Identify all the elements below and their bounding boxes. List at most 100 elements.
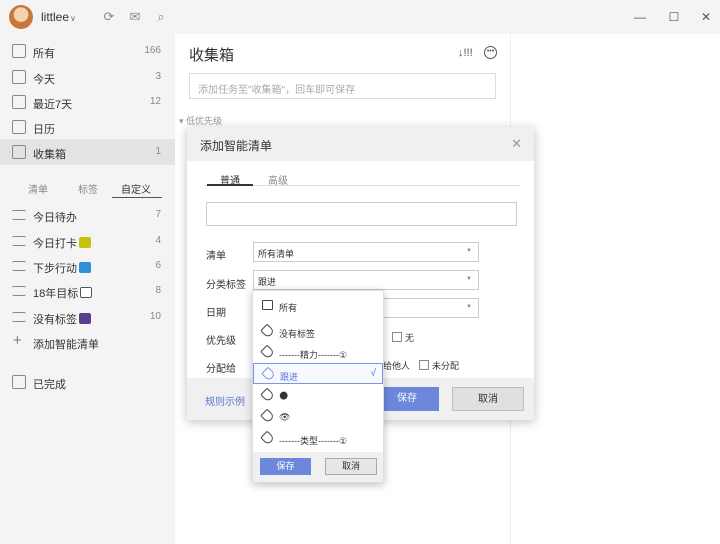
smart-list-label-text: 没有标签 [33,314,77,326]
tag-option-energy-group[interactable]: -------精力-------① [253,342,383,363]
smart-list-no-tag[interactable]: 没有标签 10 [0,304,175,330]
smart-list-today-todo[interactable]: 今日待办 7 [0,202,175,228]
tag-select-value: 跟进 [258,277,277,287]
priority-row-label: 优先级 [206,336,236,347]
tab-tags[interactable]: 标签 [78,181,98,196]
tab-lists[interactable]: 清单 [28,181,48,196]
calendar-icon [12,120,26,134]
sidebar-item-inbox[interactable]: 收集箱 1 [0,139,175,165]
filter-list-icon [12,210,26,220]
tag-option-all[interactable]: 所有 [253,295,383,316]
dropdown-arrow-icon: ▼ [466,248,472,254]
smart-list-label-text: 18年目标 [33,288,79,300]
assign-unassigned-option[interactable]: 未分配 [419,359,459,372]
sidebar-item-today[interactable]: 今天 3 [0,64,175,90]
tag-icon [260,430,275,446]
tab-active-indicator [207,184,253,186]
tag-option-type-group[interactable]: -------类型-------① [253,428,383,449]
chevron-down-icon: ▾ [179,116,187,126]
checkbox-done-icon [12,375,26,389]
sidebar-tabs: 清单 标签 自定义 [0,178,175,200]
tag-icon [261,366,276,382]
add-task-input[interactable]: 添加任务至"收集箱"，回车即可保存 [189,73,496,99]
detail-pane [510,34,720,544]
group-header[interactable]: ▾ 低优先级 [179,114,222,127]
sidebar-item-count: 166 [144,45,161,56]
tag-option-label: -------类型-------① [279,436,348,446]
smart-list-next-action[interactable]: 下步行动 6 [0,253,175,279]
dropdown-cancel-button[interactable]: 取消 [325,458,377,475]
save-button[interactable]: 保存 [375,387,439,411]
smart-list-label-text: 下步行动 [33,263,77,275]
close-icon[interactable]: ✕ [698,9,714,25]
dropdown-save-button[interactable]: 保存 [260,458,311,475]
smart-list-label: 今日打卡 [33,235,91,251]
sidebar-item-week[interactable]: 最近7天 12 [0,89,175,115]
smart-list-count: 7 [155,209,161,220]
smart-list-name-input[interactable] [206,202,517,226]
sidebar-item-label: 今天 [33,74,55,86]
sidebar-item-label: 日历 [33,124,55,136]
tag-icon [260,387,275,403]
smart-list-count: 10 [149,311,161,322]
smart-list-count: 4 [155,235,161,246]
filter-list-icon [12,312,26,322]
smart-list-checkin[interactable]: 今日打卡 4 [0,228,175,254]
sort-icon[interactable]: ↓!!! [458,47,473,59]
filter-list-icon [12,286,26,296]
tag-option-follow-up[interactable]: 跟进 √ [253,363,383,384]
smart-list-label: 没有标签 [33,311,91,327]
avatar[interactable] [9,5,33,29]
checkbox[interactable] [419,360,429,370]
add-smart-list-label: 添加智能清单 [33,339,99,351]
cancel-button[interactable]: 取消 [452,387,524,411]
smart-list-count: 8 [155,285,161,296]
list-select[interactable]: 所有清单 ▼ [253,242,479,262]
tag-option-moon[interactable]: 🌑 [253,385,383,406]
minimize-icon[interactable]: — [632,9,648,25]
close-icon[interactable]: ✕ [511,136,522,152]
dropdown-arrow-icon: ▼ [466,304,472,310]
rules-example-link[interactable]: 规则示例 [205,393,245,408]
check-icon: √ [370,368,377,379]
priority-none-option[interactable]: 无 [392,331,414,344]
unassigned-label: 未分配 [432,361,460,371]
all-icon [12,44,26,58]
sidebar-item-completed[interactable]: 已完成 [0,369,175,395]
sync-icon[interactable]: ⟳ [101,9,117,25]
tag-option-label: 跟进 [280,372,299,382]
sidebar-item-label: 最近7天 [33,99,73,111]
tag-option-eye[interactable]: 👁 [253,406,383,427]
checkin-emoji-icon [79,237,91,248]
assign-others-option[interactable]: 给他人 [383,359,410,372]
tag-option-label: 🌑 [279,391,289,401]
sidebar-item-count: 1 [155,146,161,157]
tag-select[interactable]: 跟进 ▼ [253,270,479,290]
sidebar-item-all[interactable]: 所有 166 [0,38,175,64]
tab-custom[interactable]: 自定义 [121,181,151,196]
sidebar-item-calendar[interactable]: 日历 [0,114,175,140]
username-menu[interactable]: littlee∨ [41,10,76,24]
sidebar-item-label: 已完成 [33,379,66,391]
mail-icon[interactable]: ✉ [127,9,143,25]
tag-icon [260,344,275,360]
sidebar-item-label: 收集箱 [33,149,66,161]
maximize-icon[interactable]: ☐ [666,9,682,25]
tag-option-no-tag[interactable]: 没有标签 [253,321,383,342]
smart-list-goals[interactable]: 18年目标 8 [0,278,175,304]
chevron-down-icon: ∨ [70,14,76,23]
tab-underline [112,197,162,198]
sidebar-item-label: 所有 [33,48,55,60]
calendar-week-icon [12,95,26,109]
priority-none-label: 无 [405,333,415,343]
sidebar-item-count: 3 [155,71,161,82]
tag-dropdown: 所有 没有标签 -------精力-------① 跟进 √ 🌑 👁 -----… [252,290,384,483]
search-icon[interactable]: ⌕ [153,9,169,25]
checkbox[interactable] [392,332,402,342]
more-options-icon[interactable]: ••• [484,46,497,59]
add-smart-list-button[interactable]: + 添加智能清单 [0,329,175,355]
username-label: littlee [41,10,70,24]
dropdown-footer: 保存 取消 [253,452,383,482]
tag-off-icon [260,323,275,339]
date-row-label: 日期 [206,308,226,319]
